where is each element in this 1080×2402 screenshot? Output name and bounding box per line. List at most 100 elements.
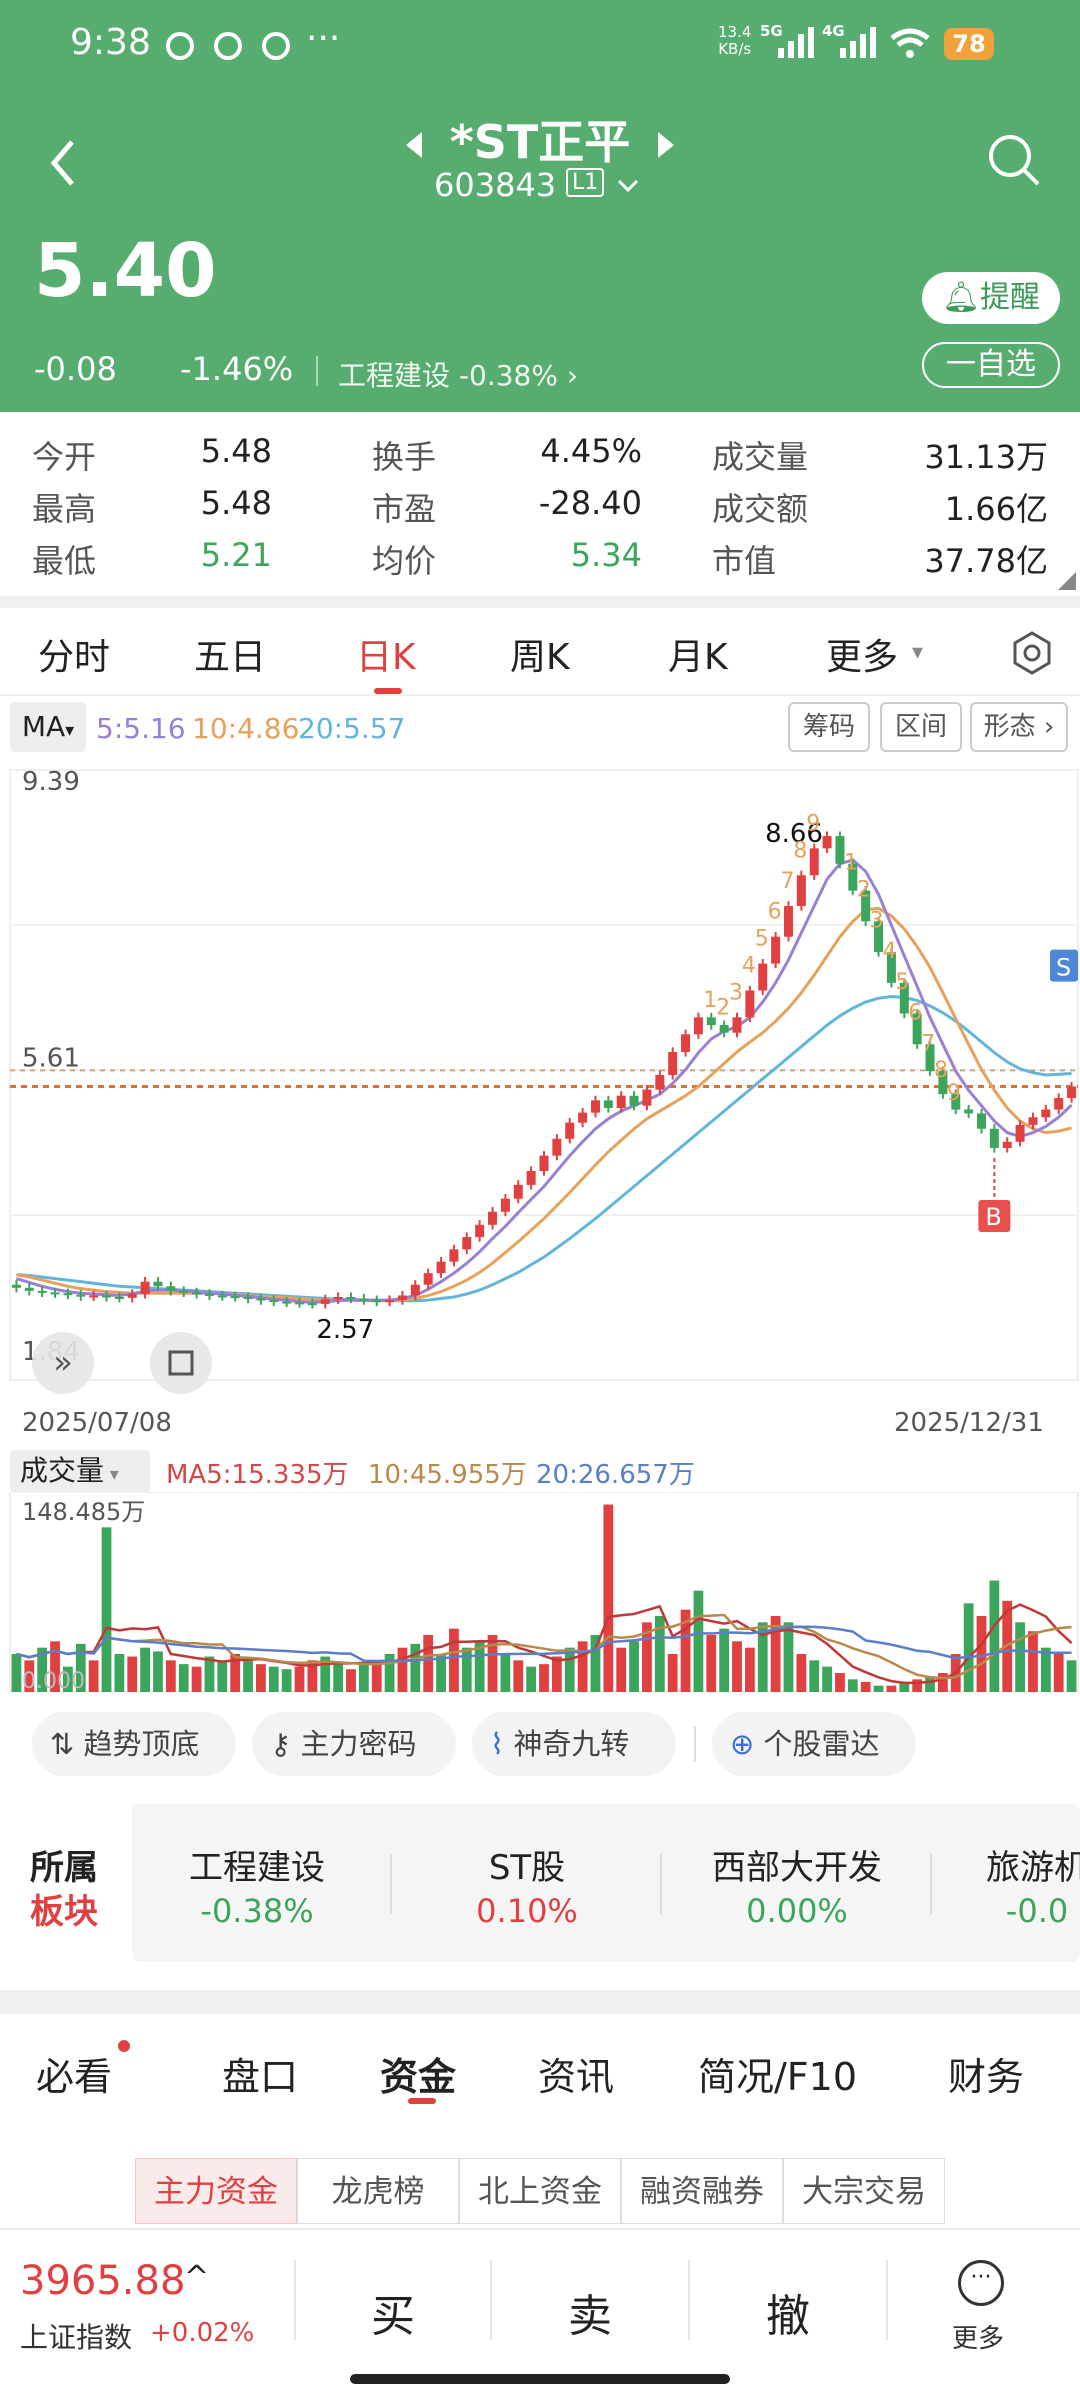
fullscreen-icon[interactable] bbox=[150, 1332, 212, 1394]
expand-chart-icon[interactable]: » bbox=[32, 1332, 94, 1394]
seq-number: 8 bbox=[793, 838, 807, 863]
sector-name[interactable]: 工程建设 bbox=[122, 1840, 392, 1889]
seq-number: 4 bbox=[883, 939, 897, 964]
info-tab-4[interactable]: 简况/F10 bbox=[698, 2046, 857, 2101]
chip-main-force[interactable]: ⚷ 主力密码 bbox=[252, 1712, 456, 1776]
next-stock-icon[interactable] bbox=[654, 130, 676, 160]
sector-name[interactable]: ST股 bbox=[392, 1840, 662, 1889]
candle bbox=[616, 1095, 626, 1109]
tab-3[interactable]: 周K bbox=[510, 628, 570, 680]
chevron-down-icon: ▾ bbox=[912, 640, 924, 665]
remind-button[interactable]: 🔔︎提醒 bbox=[922, 272, 1060, 324]
back-arrow-icon[interactable] bbox=[46, 138, 80, 188]
chip-trend[interactable]: ⇅ 趋势顶底 bbox=[32, 1712, 236, 1776]
industry-link[interactable]: 工程建设 -0.38% › bbox=[338, 354, 578, 394]
sector-name[interactable]: 旅游机 bbox=[902, 1840, 1080, 1889]
network-speed: 13.4 KB/s bbox=[718, 23, 752, 58]
sector-pct: -0.0 bbox=[1005, 1892, 1069, 1930]
prev-stock-icon[interactable] bbox=[404, 130, 426, 160]
quote-value: 4.45% bbox=[540, 432, 642, 470]
info-tab-5[interactable]: 财务 bbox=[948, 2046, 1024, 2101]
sell-button[interactable]: 卖 bbox=[492, 2280, 688, 2344]
seq-number: 1 bbox=[844, 851, 858, 876]
candle bbox=[642, 1089, 652, 1106]
signal-icon bbox=[840, 27, 876, 58]
volume-bar bbox=[165, 1660, 176, 1692]
candle bbox=[114, 1297, 124, 1300]
candle bbox=[423, 1273, 433, 1285]
settings-hex-icon[interactable] bbox=[1010, 630, 1054, 676]
candle bbox=[526, 1171, 536, 1185]
seq-number: 9 bbox=[947, 1081, 961, 1106]
tab-4[interactable]: 月K bbox=[668, 628, 728, 680]
volume-bar bbox=[346, 1669, 356, 1692]
info-tab-1[interactable]: 盘口 bbox=[222, 2046, 298, 2101]
candle bbox=[513, 1184, 523, 1199]
info-tab-2[interactable]: 资金 bbox=[380, 2046, 456, 2101]
chevron-down-icon[interactable] bbox=[616, 178, 640, 194]
volume-bar bbox=[1028, 1631, 1038, 1692]
fund-subtab-1[interactable]: 龙虎榜 bbox=[297, 2158, 459, 2224]
candle bbox=[436, 1261, 446, 1274]
sector-name[interactable]: 西部大开发 bbox=[662, 1840, 932, 1889]
volume-bar bbox=[1066, 1660, 1077, 1692]
candle bbox=[565, 1122, 575, 1139]
notification-icon bbox=[262, 32, 290, 60]
volume-selector[interactable]: 成交量 ▾ bbox=[10, 1450, 150, 1492]
volume-bar bbox=[268, 1666, 279, 1692]
tab-5[interactable]: 更多 bbox=[826, 628, 898, 680]
search-icon[interactable] bbox=[986, 132, 1042, 188]
candle bbox=[1067, 1086, 1077, 1099]
range-button[interactable]: 区间 bbox=[880, 702, 962, 752]
candle bbox=[1002, 1141, 1012, 1148]
tab-0[interactable]: 分时 bbox=[38, 628, 110, 680]
tab-2[interactable]: 日K bbox=[356, 628, 416, 680]
volume-bar bbox=[397, 1647, 408, 1692]
fund-subtab-4[interactable]: 大宗交易 bbox=[783, 2158, 945, 2224]
candle bbox=[333, 1297, 343, 1300]
index-value[interactable]: 3965.88 bbox=[20, 2258, 185, 2304]
buy-button[interactable]: 买 bbox=[296, 2280, 490, 2344]
divider bbox=[0, 694, 1080, 696]
expand-corner-icon[interactable] bbox=[1056, 570, 1078, 592]
candle bbox=[693, 1017, 703, 1035]
chips-button[interactable]: 筹码 bbox=[788, 702, 870, 752]
cancel-button[interactable]: 撤 bbox=[690, 2280, 886, 2344]
fund-subtab-0[interactable]: 主力资金 bbox=[135, 2158, 297, 2224]
tab-1[interactable]: 五日 bbox=[194, 628, 266, 680]
notification-dot bbox=[118, 2040, 130, 2052]
candle bbox=[127, 1293, 137, 1298]
seq-number: 6 bbox=[908, 1001, 922, 1026]
watchlist-button[interactable]: 一自选 bbox=[922, 342, 1060, 388]
notification-icon bbox=[166, 32, 194, 60]
candle bbox=[295, 1302, 305, 1305]
candlestick-chart[interactable]: 9.395.611.848.662.57123456789123456789BS bbox=[0, 760, 1080, 1400]
candle bbox=[89, 1295, 99, 1298]
quote-value: 5.21 bbox=[200, 536, 272, 574]
quote-label: 市盈 bbox=[372, 490, 437, 528]
seq-number: 7 bbox=[780, 869, 794, 894]
info-tab-0[interactable]: 必看 bbox=[36, 2046, 112, 2101]
volume-bar bbox=[732, 1641, 742, 1692]
volume-chart[interactable]: 148.485万 0.000 bbox=[0, 1492, 1080, 1692]
more-label: 更多 bbox=[952, 2324, 1005, 2354]
more-icon[interactable]: ··· bbox=[958, 2260, 1004, 2306]
seq-number: 2 bbox=[857, 878, 871, 903]
divider bbox=[694, 1726, 696, 1762]
volume-bar bbox=[140, 1647, 150, 1692]
fund-subtab-3[interactable]: 融资融券 bbox=[621, 2158, 783, 2224]
volume-bar bbox=[281, 1669, 292, 1692]
pattern-button[interactable]: 形态 › bbox=[970, 702, 1068, 752]
ma-selector[interactable]: MA▾ bbox=[10, 702, 86, 752]
volume-bar bbox=[796, 1654, 807, 1692]
candle bbox=[989, 1128, 999, 1148]
volume-bar bbox=[1015, 1622, 1025, 1692]
fund-subtabs: 主力资金 龙虎榜 北上资金 融资融券 大宗交易 bbox=[135, 2158, 945, 2224]
fund-subtab-2[interactable]: 北上资金 bbox=[459, 2158, 621, 2224]
info-tab-3[interactable]: 资讯 bbox=[538, 2046, 614, 2101]
price-change-pct: -1.46% bbox=[180, 350, 294, 388]
volume-bar bbox=[603, 1504, 614, 1692]
volume-bar bbox=[989, 1580, 1000, 1692]
chip-magic-nine[interactable]: ⌇ 神奇九转 bbox=[472, 1712, 676, 1776]
chip-radar[interactable]: ⊕ 个股雷达 bbox=[712, 1712, 916, 1776]
